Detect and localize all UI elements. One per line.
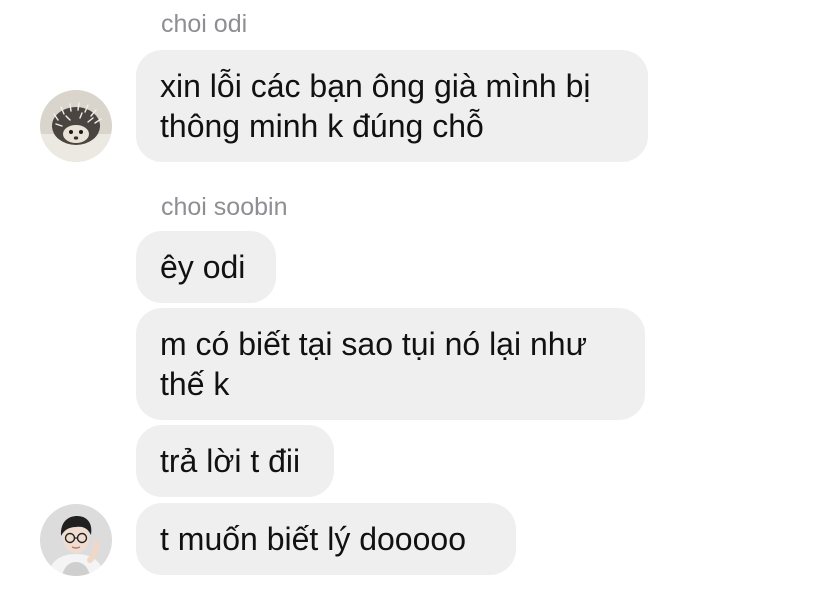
message-bubble[interactable]: m có biết tại sao tụi nó lại như thế k xyxy=(136,308,645,420)
hedgehog-icon xyxy=(40,90,112,162)
message-bubble[interactable]: êy odi xyxy=(136,231,276,303)
message-bubble[interactable]: xin lỗi các bạn ông già mình bị thông mi… xyxy=(136,50,648,162)
message-bubble[interactable]: trả lời t đii xyxy=(136,425,334,497)
sender-name-soobin: choi soobin xyxy=(161,193,288,221)
message-text: trả lời t đii xyxy=(160,443,301,479)
avatar-odi[interactable] xyxy=(40,90,112,162)
message-text: êy odi xyxy=(160,249,246,285)
message-text: m có biết tại sao tụi nó lại như thế k xyxy=(160,326,587,402)
avatar-soobin[interactable] xyxy=(40,504,112,576)
message-text: t muốn biết lý dooooo xyxy=(160,521,466,557)
sender-name-odi: choi odi xyxy=(161,10,248,38)
person-with-glasses-icon xyxy=(40,504,112,576)
message-text: xin lỗi các bạn ông già mình bị thông mi… xyxy=(160,68,591,144)
message-bubble[interactable]: t muốn biết lý dooooo xyxy=(136,503,516,575)
